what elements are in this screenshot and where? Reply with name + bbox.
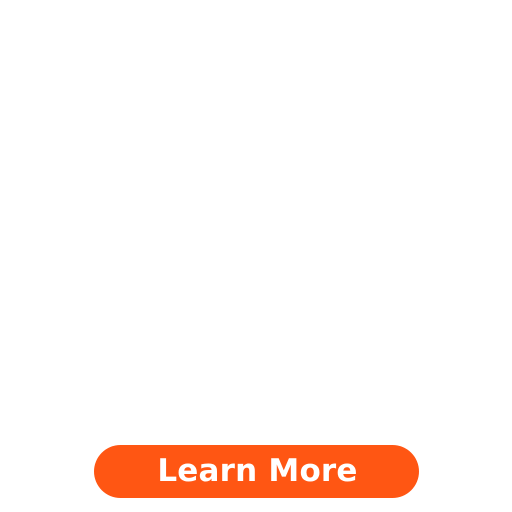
page-canvas: Learn More bbox=[0, 0, 512, 512]
learn-more-button[interactable]: Learn More bbox=[94, 445, 419, 498]
learn-more-label: Learn More bbox=[157, 453, 358, 489]
